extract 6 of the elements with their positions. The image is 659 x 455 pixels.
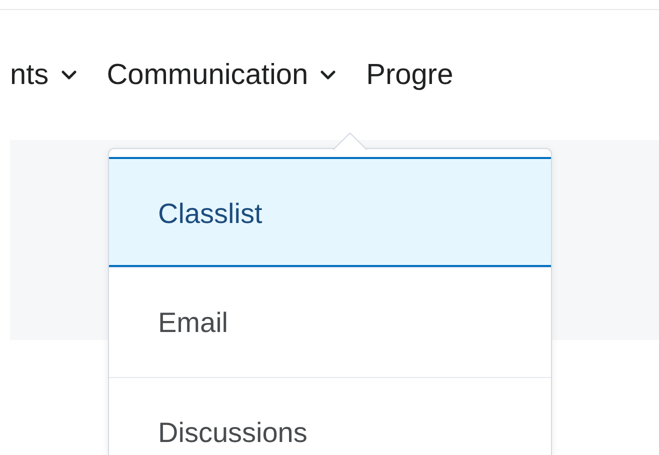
menu-item[interactable]: Classlist (109, 157, 551, 267)
nav-menu-item[interactable]: Communication (106, 58, 336, 92)
menu-item[interactable]: Discussions (109, 377, 551, 455)
nav-menu-item[interactable]: Progre (366, 58, 454, 92)
nav-menu-item[interactable]: nts (10, 58, 77, 92)
menu-item[interactable]: Email (109, 267, 551, 377)
